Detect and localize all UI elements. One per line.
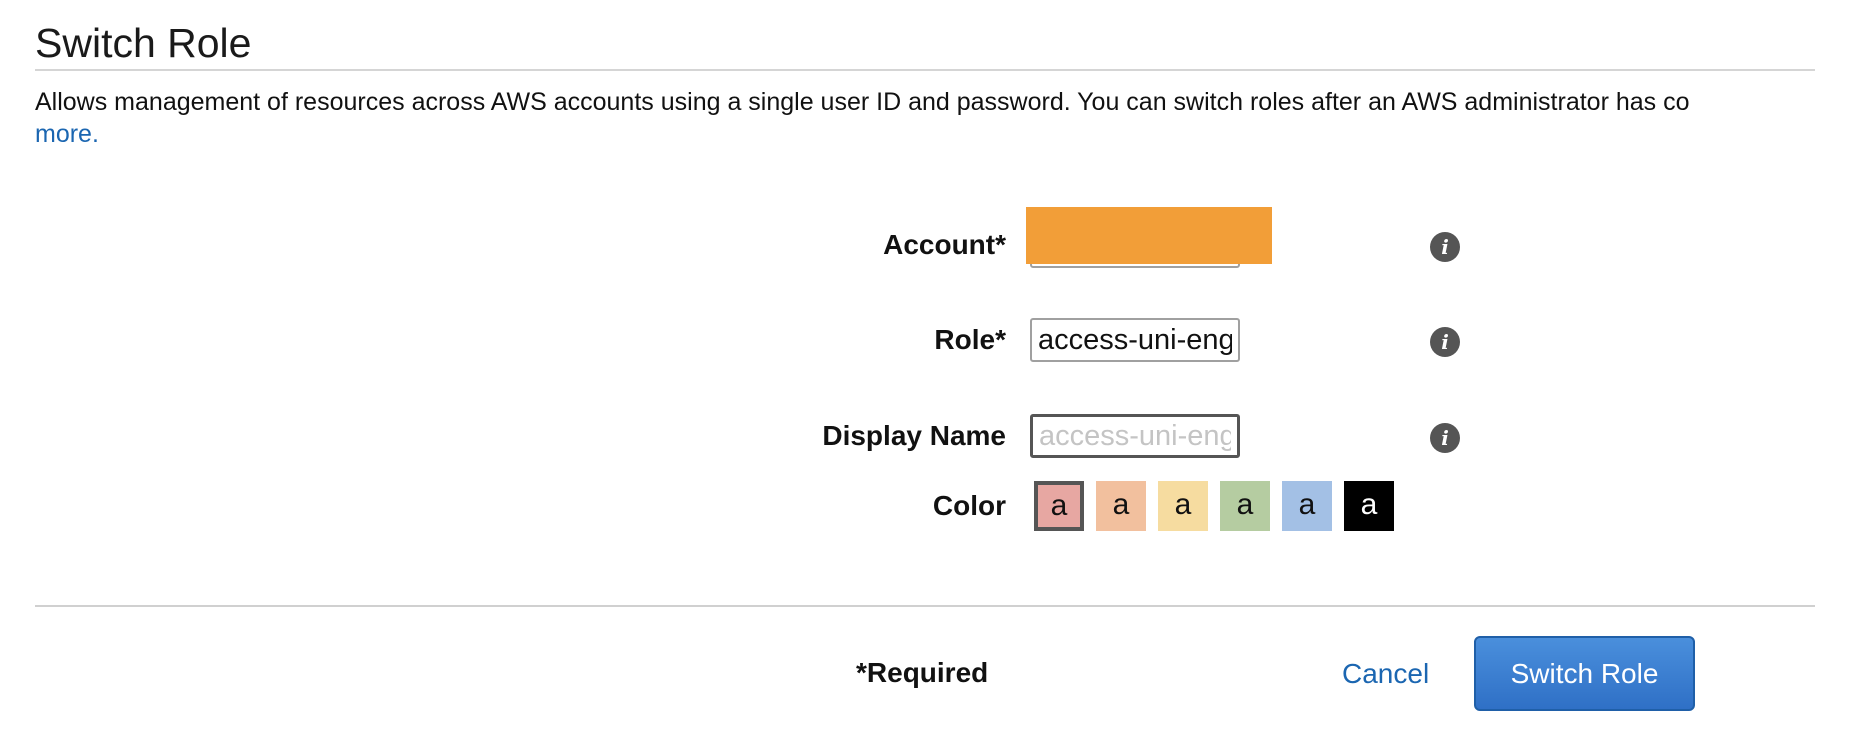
color-swatch-black[interactable]: a (1344, 481, 1394, 531)
switch-role-button[interactable]: Switch Role (1474, 636, 1695, 711)
color-swatch-green[interactable]: a (1220, 481, 1270, 531)
color-swatch-blue[interactable]: a (1282, 481, 1332, 531)
color-label: Color (932, 490, 1006, 521)
display-name-input[interactable] (1030, 414, 1240, 458)
color-swatch-peach[interactable]: a (1096, 481, 1146, 531)
color-swatch-yellow[interactable]: a (1158, 481, 1208, 531)
color-swatches: a a a a a a (1034, 481, 1394, 531)
role-input[interactable] (1030, 318, 1240, 362)
role-label: Role* (934, 324, 1006, 355)
display-name-label: Display Name (822, 420, 1006, 451)
learn-more-link[interactable]: more. (35, 118, 99, 150)
title-divider (35, 69, 1815, 71)
page-description: Allows management of resources across AW… (35, 88, 1690, 116)
role-info-icon[interactable]: i (1430, 327, 1460, 357)
required-note: *Required (856, 657, 989, 688)
footer-divider (35, 605, 1815, 607)
account-redaction (1026, 207, 1272, 264)
page-title: Switch Role (35, 20, 252, 66)
cancel-button[interactable]: Cancel (1342, 654, 1429, 694)
account-label: Account* (883, 229, 1006, 260)
display-name-info-icon[interactable]: i (1430, 423, 1460, 453)
account-info-icon[interactable]: i (1430, 232, 1460, 262)
color-swatch-pink[interactable]: a (1034, 481, 1084, 531)
